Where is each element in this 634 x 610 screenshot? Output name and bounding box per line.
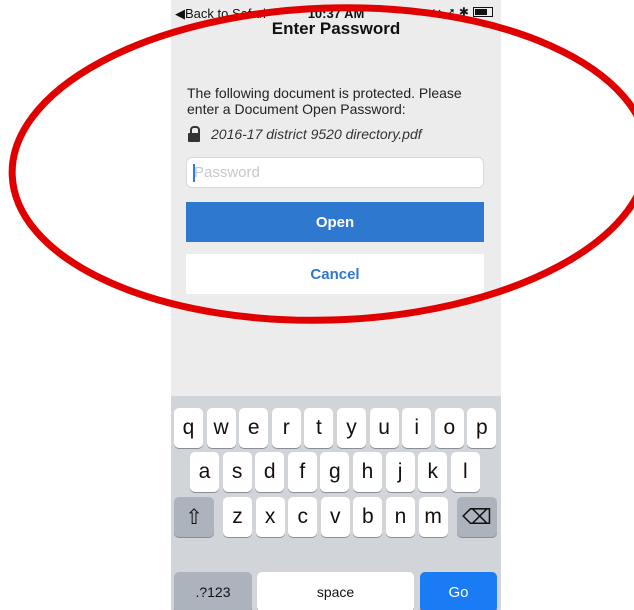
shift-key[interactable]: ⇧ [174,497,214,537]
password-input[interactable] [186,157,484,188]
lock-icon [187,126,201,142]
key-m[interactable]: m [418,497,448,537]
key-i[interactable]: i [402,408,432,448]
key-p[interactable]: p [467,408,497,448]
key-b[interactable]: b [353,497,383,537]
key-d[interactable]: d [255,452,285,492]
text-caret [193,164,195,182]
key-t[interactable]: t [304,408,334,448]
open-button[interactable]: Open [186,202,484,242]
key-f[interactable]: f [287,452,317,492]
key-s[interactable]: s [222,452,252,492]
key-a[interactable]: a [190,452,219,492]
space-key[interactable]: space [257,572,414,610]
key-n[interactable]: n [386,497,415,537]
key-u[interactable]: u [369,408,399,448]
key-w[interactable]: w [206,408,236,448]
key-z[interactable]: z [223,497,252,537]
numbers-key[interactable]: .?123 [174,572,252,610]
key-y[interactable]: y [337,408,366,448]
key-k[interactable]: k [418,452,448,492]
key-h[interactable]: h [353,452,382,492]
key-q[interactable]: q [174,408,203,448]
phone-screen: ◀Back to Safari 10:37 AM ↪ ➚ ✱ Enter Pas… [171,0,501,610]
key-e[interactable]: e [239,408,269,448]
password-prompt-message: The following document is protected. Ple… [187,85,462,117]
document-filename-row: 2016-17 district 9520 directory.pdf [187,126,422,142]
go-key[interactable]: Go [420,572,497,610]
onscreen-keyboard: q w e r t y u i o p a s d f g h j k l ⇧ z x c v b n m ⌫ .?123 space Go [171,396,501,610]
status-indicator-icons: ↪ ➚ ✱ [432,5,469,19]
key-o[interactable]: o [434,408,464,448]
key-g[interactable]: g [320,452,350,492]
battery-icon [473,7,493,17]
status-icons: ↪ ➚ ✱ [432,5,493,19]
key-j[interactable]: j [385,452,415,492]
key-v[interactable]: v [320,497,350,537]
document-filename: 2016-17 district 9520 directory.pdf [211,126,422,142]
key-x[interactable]: x [255,497,285,537]
key-r[interactable]: r [271,408,301,448]
page-title: Enter Password [271,19,401,38]
cancel-button[interactable]: Cancel [186,254,484,294]
delete-key[interactable]: ⌫ [457,497,497,537]
key-l[interactable]: l [450,452,480,492]
key-c[interactable]: c [288,497,318,537]
